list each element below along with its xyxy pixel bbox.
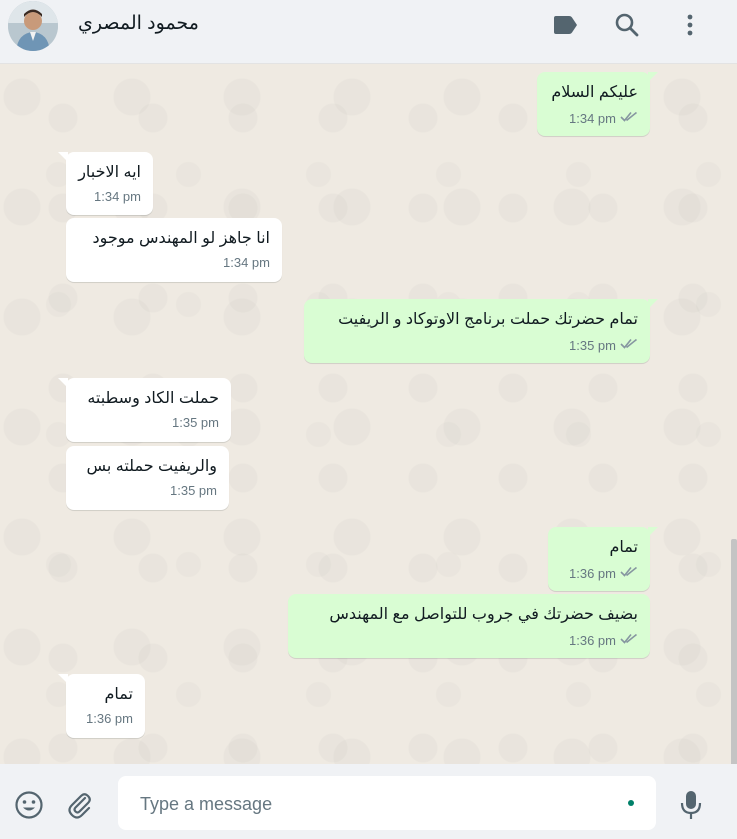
message-input[interactable] <box>138 776 622 832</box>
contact-name[interactable]: محمود المصري <box>78 12 199 35</box>
message-meta: 1:35 pm <box>78 415 219 430</box>
bubble-tail <box>58 674 68 684</box>
search-icon[interactable] <box>612 10 642 40</box>
composer-bar <box>0 764 737 839</box>
label-icon[interactable] <box>550 10 580 40</box>
bubble-tail <box>58 152 68 162</box>
message-list[interactable]: عليكم السلام 1:34 pm ايه الاخبار 1:34 pm… <box>0 64 737 764</box>
double-check-icon <box>620 336 638 354</box>
chat-header: محمود المصري <box>0 0 737 64</box>
message-text: عليكم السلام <box>551 84 638 101</box>
message-input-box[interactable] <box>118 776 656 832</box>
message-text: تمام <box>609 539 638 556</box>
message-meta: 1:36 pm <box>78 711 133 726</box>
message-incoming[interactable]: تمام 1:36 pm <box>58 674 145 738</box>
bubble-tail <box>648 72 658 82</box>
message-time: 1:34 pm <box>569 110 616 126</box>
message-outgoing[interactable]: بضيف حضرتك في جروب للتواصل مع المهندس 1:… <box>288 594 650 658</box>
message-incoming[interactable]: ايه الاخبار 1:34 pm <box>58 152 153 215</box>
menu-icon[interactable] <box>675 10 705 40</box>
message-meta: 1:35 pm <box>78 483 217 498</box>
message-meta: 1:34 pm <box>549 109 638 127</box>
message-meta: 1:36 pm <box>560 564 638 582</box>
message-incoming[interactable]: والريفيت حملته بس 1:35 pm <box>66 446 229 510</box>
emoji-icon[interactable] <box>13 789 45 821</box>
bubble-tail <box>648 527 658 537</box>
bubble-tail <box>58 378 68 388</box>
message-outgoing[interactable]: عليكم السلام 1:34 pm <box>537 72 658 136</box>
message-time: 1:35 pm <box>170 483 217 498</box>
message-text: حملت الكاد وسطبته <box>87 390 219 407</box>
message-text: والريفيت حملته بس <box>86 458 217 475</box>
message-time: 1:34 pm <box>94 189 141 204</box>
message-meta: 1:36 pm <box>300 631 638 649</box>
message-meta: 1:34 pm <box>78 189 141 204</box>
message-text: تمام <box>104 686 133 703</box>
message-outgoing[interactable]: تمام 1:36 pm <box>548 527 658 591</box>
message-time: 1:35 pm <box>569 337 616 353</box>
message-meta: 1:35 pm <box>316 336 638 354</box>
message-text: ايه الاخبار <box>78 164 141 181</box>
status-dot <box>628 800 634 806</box>
attach-icon[interactable] <box>64 789 96 821</box>
message-outgoing[interactable]: تمام حضرتك حملت برنامج الاوتوكاد و الريف… <box>304 299 658 363</box>
double-check-icon <box>620 109 638 127</box>
message-text: تمام حضرتك حملت برنامج الاوتوكاد و الريف… <box>338 311 638 328</box>
double-check-icon <box>620 564 638 582</box>
message-text: بضيف حضرتك في جروب للتواصل مع المهندس <box>329 606 638 623</box>
message-time: 1:36 pm <box>86 711 133 726</box>
message-text: انا جاهز لو المهندس موجود <box>92 230 270 247</box>
message-time: 1:35 pm <box>172 415 219 430</box>
message-meta: 1:34 pm <box>78 255 270 270</box>
message-time: 1:36 pm <box>569 565 616 581</box>
message-incoming[interactable]: انا جاهز لو المهندس موجود 1:34 pm <box>66 218 282 282</box>
message-time: 1:34 pm <box>223 255 270 270</box>
bubble-tail <box>648 299 658 309</box>
double-check-icon <box>620 631 638 649</box>
message-incoming[interactable]: حملت الكاد وسطبته 1:35 pm <box>58 378 231 442</box>
scrollbar[interactable] <box>731 539 737 764</box>
contact-avatar[interactable] <box>8 1 58 51</box>
message-time: 1:36 pm <box>569 632 616 648</box>
mic-icon[interactable] <box>675 789 707 821</box>
